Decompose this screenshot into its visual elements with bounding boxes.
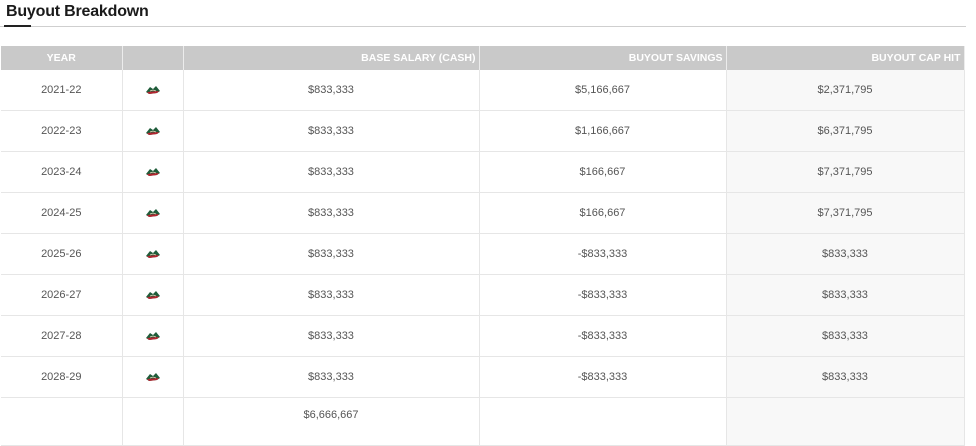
title-underline: [4, 25, 31, 27]
buyout-savings-cell: $166,667: [479, 192, 727, 234]
table-row: 2022-23 $833,333 $1,166,667 $6,371,795: [1, 110, 965, 152]
buyout-cap-hit-cell: $7,371,795: [726, 151, 965, 193]
table-row: 2026-27 $833,333 -$833,333 $833,333: [1, 274, 965, 316]
buyout-cap-hit-cell: $833,333: [726, 274, 965, 316]
year-cell: 2026-27: [1, 274, 123, 316]
total-cap-hit-cell: [726, 397, 965, 446]
team-logo-cell: [122, 274, 184, 316]
buyout-savings-cell: -$833,333: [479, 233, 727, 275]
buyout-cap-hit-cell: $833,333: [726, 315, 965, 357]
buyout-cap-hit-cell: $6,371,795: [726, 110, 965, 152]
buyout-savings-cell: $5,166,667: [479, 70, 727, 111]
table-row: 2024-25 $833,333 $166,667 $7,371,795: [1, 192, 965, 234]
total-logo-cell: [122, 397, 184, 446]
buyout-cap-hit-cell: $7,371,795: [726, 192, 965, 234]
table-header-row: YEAR BASE SALARY (CASH) BUYOUT SAVINGS B…: [1, 46, 965, 70]
team-logo-cell: [122, 192, 184, 234]
year-cell: 2023-24: [1, 151, 123, 193]
year-cell: 2021-22: [1, 70, 123, 111]
team-logo-cell: [122, 110, 184, 152]
section-title: Buyout Breakdown: [6, 3, 149, 20]
total-savings-cell: [479, 397, 727, 446]
table-row: 2025-26 $833,333 -$833,333 $833,333: [1, 233, 965, 275]
buyout-savings-cell: -$833,333: [479, 274, 727, 316]
base-salary-cell: $833,333: [183, 70, 480, 111]
header-buyout-cap-hit[interactable]: BUYOUT CAP HIT: [726, 46, 965, 70]
base-salary-cell: $833,333: [183, 110, 480, 152]
team-logo-icon: [145, 125, 161, 137]
base-salary-cell: $833,333: [183, 274, 480, 316]
team-logo-cell: [122, 356, 184, 398]
buyout-cap-hit-cell: $2,371,795: [726, 70, 965, 111]
table-row: 2023-24 $833,333 $166,667 $7,371,795: [1, 151, 965, 193]
base-salary-cell: $833,333: [183, 192, 480, 234]
header-year[interactable]: YEAR: [1, 46, 123, 70]
header-base-salary[interactable]: BASE SALARY (CASH): [183, 46, 480, 70]
team-logo-icon: [145, 371, 161, 383]
buyout-cap-hit-cell: $833,333: [726, 233, 965, 275]
team-logo-icon: [145, 248, 161, 260]
buyout-savings-cell: -$833,333: [479, 356, 727, 398]
table-row: 2021-22 $833,333 $5,166,667 $2,371,795: [1, 70, 965, 111]
table-row: 2028-29 $833,333 -$833,333 $833,333: [1, 356, 965, 398]
header-buyout-savings[interactable]: BUYOUT SAVINGS: [479, 46, 727, 70]
base-salary-cell: $833,333: [183, 356, 480, 398]
year-cell: 2024-25: [1, 192, 123, 234]
team-logo-icon: [145, 289, 161, 301]
team-logo-cell: [122, 315, 184, 357]
year-cell: 2027-28: [1, 315, 123, 357]
base-salary-cell: $833,333: [183, 151, 480, 193]
team-logo-cell: [122, 233, 184, 275]
team-logo-icon: [145, 84, 161, 96]
base-salary-cell: $833,333: [183, 315, 480, 357]
section-header: Buyout Breakdown: [0, 0, 966, 27]
header-logo: [122, 46, 184, 70]
total-year-cell: [1, 397, 123, 446]
buyout-savings-cell: -$833,333: [479, 315, 727, 357]
team-logo-icon: [145, 166, 161, 178]
year-cell: 2022-23: [1, 110, 123, 152]
team-logo-icon: [145, 330, 161, 342]
total-base-salary-cell: $6,666,667: [183, 397, 480, 446]
team-logo-cell: [122, 70, 184, 111]
buyout-savings-cell: $1,166,667: [479, 110, 727, 152]
buyout-cap-hit-cell: $833,333: [726, 356, 965, 398]
team-logo-icon: [145, 207, 161, 219]
buyout-table: YEAR BASE SALARY (CASH) BUYOUT SAVINGS B…: [1, 46, 965, 446]
team-logo-cell: [122, 151, 184, 193]
year-cell: 2025-26: [1, 233, 123, 275]
table-total-row: $6,666,667: [1, 397, 965, 446]
base-salary-cell: $833,333: [183, 233, 480, 275]
buyout-savings-cell: $166,667: [479, 151, 727, 193]
year-cell: 2028-29: [1, 356, 123, 398]
table-row: 2027-28 $833,333 -$833,333 $833,333: [1, 315, 965, 357]
